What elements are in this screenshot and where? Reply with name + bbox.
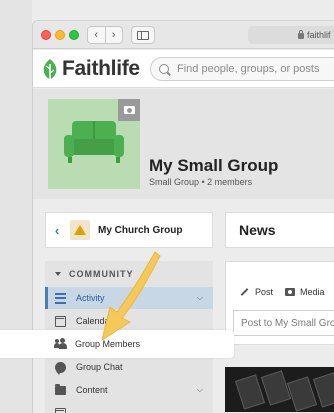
- tab-post[interactable]: Post: [240, 287, 273, 297]
- zoom-window-button[interactable]: [69, 30, 79, 40]
- history-nav: ‹ ›: [87, 26, 123, 44]
- sidebar-item-content[interactable]: Content ⌵: [45, 379, 213, 401]
- camera-icon: [285, 288, 296, 296]
- sidebar-item-label: Activity: [76, 293, 105, 303]
- search-input[interactable]: [177, 63, 334, 75]
- parent-group-name: My Church Group: [98, 224, 183, 236]
- chevron-down-icon: ⌵: [196, 385, 203, 394]
- group-title: My Small Group: [149, 156, 279, 175]
- address-bar[interactable]: faithlif: [248, 26, 334, 44]
- sidebar-item-label: Content: [76, 385, 108, 395]
- pencil-icon: [240, 288, 249, 296]
- group-members-icon: [54, 338, 67, 349]
- brand-name: Faithlife: [62, 57, 140, 80]
- chevron-left-icon: ‹: [54, 222, 60, 238]
- parent-group-link[interactable]: ‹ My Church Group: [45, 212, 213, 248]
- tab-post-label: Post: [255, 287, 274, 297]
- news-title: News: [239, 222, 276, 238]
- chat-icon: [55, 361, 66, 375]
- list-icon: [55, 407, 66, 413]
- faithlife-leaf-icon: [43, 59, 57, 79]
- post-type-tabs: Post Media: [240, 287, 334, 297]
- group-avatar[interactable]: [48, 99, 140, 189]
- news-media-thumbnail[interactable]: [225, 367, 334, 412]
- back-button[interactable]: ‹: [88, 27, 106, 43]
- screenshot-frame: ‹ › faithlif Faithlife Find people, grou…: [0, 0, 334, 413]
- sidebar-item-label: Group Chat: [76, 362, 123, 372]
- post-composer: Post Media: [225, 261, 334, 345]
- post-input-box[interactable]: [233, 310, 334, 336]
- calendar-icon: [55, 315, 66, 327]
- chevron-down-icon: ⌵: [196, 293, 203, 302]
- lock-icon: [298, 30, 304, 39]
- sidebar-item-activity[interactable]: Activity ⌵: [45, 287, 213, 309]
- main-content: ‹ My Church Group News COMMUNITY Activit…: [33, 199, 334, 413]
- tab-media-label: Media: [300, 287, 325, 297]
- sidebar-item-label: Calendar: [76, 316, 113, 326]
- change-photo-button[interactable]: [118, 99, 140, 121]
- activity-icon: [55, 292, 66, 304]
- search-icon: [159, 64, 169, 74]
- sidebar-icon: [137, 30, 149, 40]
- camera-icon: [123, 106, 135, 114]
- tab-media[interactable]: Media: [285, 287, 325, 297]
- sidebar-toggle-button[interactable]: [131, 26, 155, 44]
- window-titlebar: ‹ › faithlif: [33, 21, 334, 49]
- community-label: COMMUNITY: [69, 269, 134, 279]
- group-subtitle: Small Group • 2 members: [149, 177, 253, 187]
- sidebar-item-label: Group Members: [75, 339, 141, 349]
- church-group-avatar: [70, 220, 90, 240]
- sidebar-item-calendar[interactable]: Calendar: [45, 310, 213, 332]
- sidebar-item-group-members[interactable]: Group Members: [0, 330, 234, 358]
- close-window-button[interactable]: [41, 30, 51, 40]
- caret-down-icon: [55, 272, 61, 276]
- folder-icon: [55, 383, 66, 395]
- address-text: faithlif: [307, 30, 331, 40]
- minimize-window-button[interactable]: [55, 30, 65, 40]
- site-header: Faithlife: [33, 50, 334, 88]
- community-section-toggle[interactable]: COMMUNITY: [45, 261, 213, 287]
- sidebar-item-more[interactable]: [45, 402, 213, 413]
- warning-triangle-icon: [74, 225, 86, 235]
- group-banner: My Small Group Small Group • 2 members: [33, 89, 334, 199]
- sidebar-item-group-chat[interactable]: Group Chat: [45, 356, 213, 378]
- search-box[interactable]: [150, 57, 334, 81]
- news-header: News: [225, 212, 334, 248]
- forward-button[interactable]: ›: [106, 27, 123, 43]
- faithlife-logo[interactable]: Faithlife: [40, 57, 140, 81]
- post-input[interactable]: [241, 317, 334, 329]
